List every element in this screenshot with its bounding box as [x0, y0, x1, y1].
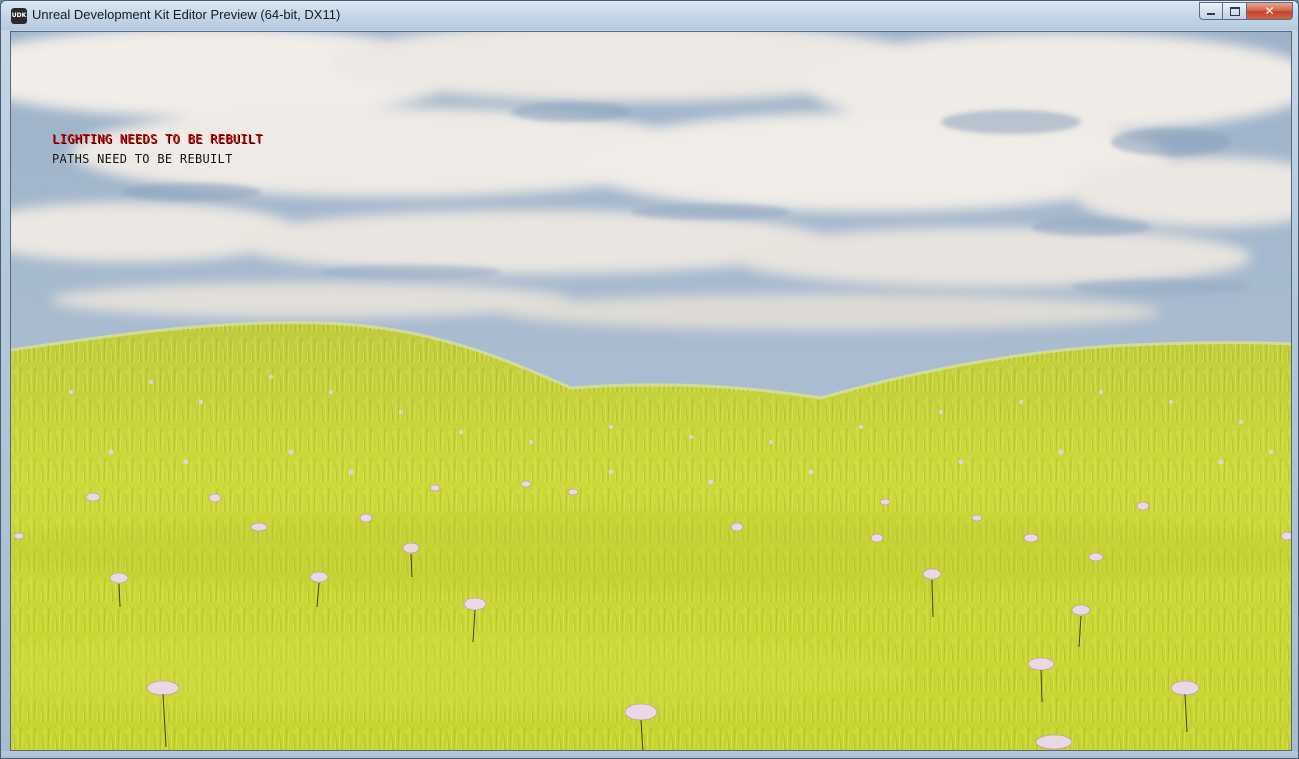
window-controls: ✕	[1199, 2, 1293, 21]
lighting-rebuild-warning: LIGHTING NEEDS TO BE REBUILT	[52, 132, 263, 146]
game-viewport[interactable]: LIGHTING NEEDS TO BE REBUILT PATHS NEED …	[10, 31, 1292, 751]
paths-rebuild-warning: PATHS NEED TO BE REBUILT	[52, 152, 233, 166]
editor-window: UDK Unreal Development Kit Editor Previe…	[0, 0, 1299, 759]
window-title: Unreal Development Kit Editor Preview (6…	[32, 7, 341, 22]
close-icon: ✕	[1264, 4, 1275, 18]
title-bar[interactable]: UDK Unreal Development Kit Editor Previe…	[1, 1, 1298, 30]
maximize-button[interactable]	[1223, 2, 1247, 20]
maximize-icon	[1229, 6, 1240, 16]
minimize-button[interactable]	[1199, 2, 1223, 20]
window-bottom-border	[1, 751, 1298, 758]
minimize-icon	[1207, 13, 1215, 15]
close-button[interactable]: ✕	[1247, 2, 1293, 20]
udk-logo-icon[interactable]: UDK	[11, 8, 27, 24]
